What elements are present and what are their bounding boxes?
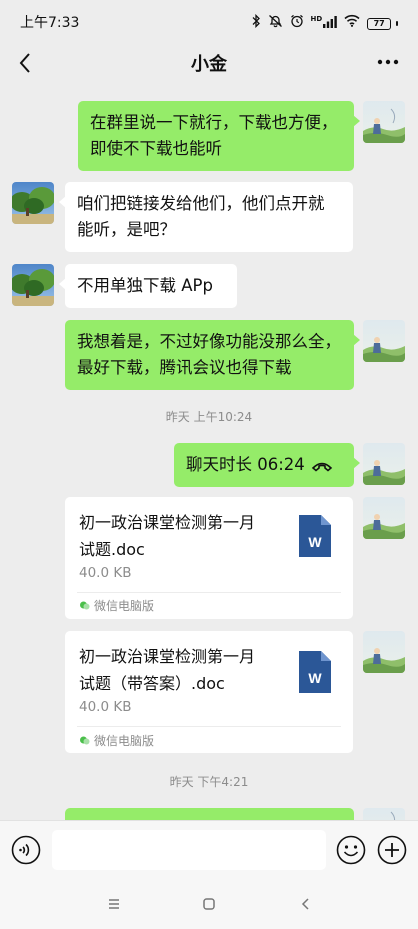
file-name-line: 初一政治课堂检测第一月 <box>79 513 256 532</box>
wechat-source-icon <box>80 601 90 610</box>
my-avatar[interactable] <box>363 320 405 362</box>
file-size: 40.0 KB <box>79 699 132 715</box>
hd-label: HD <box>310 15 323 23</box>
home-icon[interactable] <box>197 894 221 914</box>
wechat-source-icon <box>80 736 90 745</box>
more-dots-icon <box>377 59 399 65</box>
alarm-icon <box>290 14 304 31</box>
message-bubble-sent[interactable]: 我想着是，不过好像功能没那么全， 最好下载，腾讯会议也得下载 <box>65 320 360 390</box>
word-document-icon: W <box>299 515 331 557</box>
file-message-card[interactable]: 初一政治课堂检测第一月 试题（带答案）.doc 40.0 KB W 微信电脑版 <box>65 631 353 753</box>
file-message-card[interactable]: 初一政治课堂检测第一月 试题.doc 40.0 KB W 微信电脑版 <box>65 497 353 619</box>
file-name-line: 试题.doc <box>79 540 145 559</box>
message-text: 即使不下载也能听 <box>90 139 222 158</box>
file-source: 微信电脑版 <box>79 597 154 614</box>
add-icon[interactable] <box>377 835 407 865</box>
file-divider <box>77 592 341 593</box>
message-bubble-sent-partial[interactable] <box>65 808 354 820</box>
call-record-bubble[interactable]: 聊天时长 06:24 <box>174 443 360 487</box>
message-bubble-sent[interactable]: 在群里说一下就行，下载也方便， 即使不下载也能听 <box>78 101 360 171</box>
bluetooth-icon <box>251 13 261 31</box>
input-bar <box>0 820 418 882</box>
file-name: 初一政治课堂检测第一月 试题（带答案）.doc <box>79 643 289 697</box>
file-source-text: 微信电脑版 <box>94 599 155 613</box>
battery-level: 77 <box>367 17 392 30</box>
status-bar: 上午7:33 HD 77 <box>0 0 418 44</box>
file-divider <box>77 726 341 727</box>
message-text: 最好下载，腾讯会议也得下载 <box>77 358 292 377</box>
message-bubble-received[interactable]: 不用单独下载 APp <box>59 264 237 308</box>
message-timestamp: 昨天 下午4:21 <box>169 775 249 789</box>
file-source: 微信电脑版 <box>79 732 154 749</box>
system-nav-bar <box>0 882 418 929</box>
chat-title: 小金 <box>191 54 227 75</box>
menu-icon[interactable] <box>102 894 126 914</box>
file-source-text: 微信电脑版 <box>94 734 155 748</box>
chat-header: 小金 <box>0 44 418 82</box>
message-timestamp: 昨天 上午10:24 <box>165 410 253 424</box>
status-time: 上午7:33 <box>20 15 80 31</box>
message-text: 不用单独下载 APp <box>77 276 213 295</box>
back-button[interactable] <box>10 48 40 78</box>
message-bubble-received[interactable]: 咱们把链接发给他们，他们点开就 能听，是吧？ <box>59 182 353 252</box>
file-name-line: 初一政治课堂检测第一月 <box>79 647 256 666</box>
phone-hangup-icon <box>311 462 332 472</box>
my-avatar-partial[interactable] <box>363 808 405 820</box>
back-arrow-icon <box>19 53 30 73</box>
file-name: 初一政治课堂检测第一月 试题.doc <box>79 509 289 563</box>
contact-avatar[interactable] <box>12 264 54 306</box>
my-avatar[interactable] <box>363 631 405 673</box>
message-input[interactable] <box>52 830 326 870</box>
file-size: 40.0 KB <box>79 565 132 581</box>
wifi-icon <box>344 14 360 30</box>
message-text: 我想着是，不过好像功能没那么全， <box>77 332 341 351</box>
message-text: 能听，是吧？ <box>77 220 176 239</box>
battery-icon: 77 <box>367 15 398 30</box>
voice-input-icon[interactable] <box>11 835 41 865</box>
back-nav-icon[interactable] <box>294 894 318 914</box>
status-icons: HD 77 <box>251 13 398 31</box>
contact-avatar[interactable] <box>12 182 54 224</box>
file-name-line: 试题（带答案）.doc <box>79 674 225 693</box>
my-avatar[interactable] <box>363 101 405 143</box>
more-button[interactable] <box>370 48 406 78</box>
my-avatar[interactable] <box>363 443 405 485</box>
word-document-icon: W <box>299 651 331 693</box>
signal-icon: HD <box>311 16 338 28</box>
mute-bell-icon <box>268 14 283 31</box>
my-avatar[interactable] <box>363 497 405 539</box>
message-text: 咱们把链接发给他们，他们点开就 <box>77 194 325 213</box>
message-text: 在群里说一下就行，下载也方便， <box>90 113 338 132</box>
svg-text:W: W <box>308 534 322 550</box>
emoji-icon[interactable] <box>336 835 366 865</box>
svg-text:W: W <box>308 670 322 686</box>
call-duration-text: 聊天时长 06:24 <box>186 455 305 474</box>
